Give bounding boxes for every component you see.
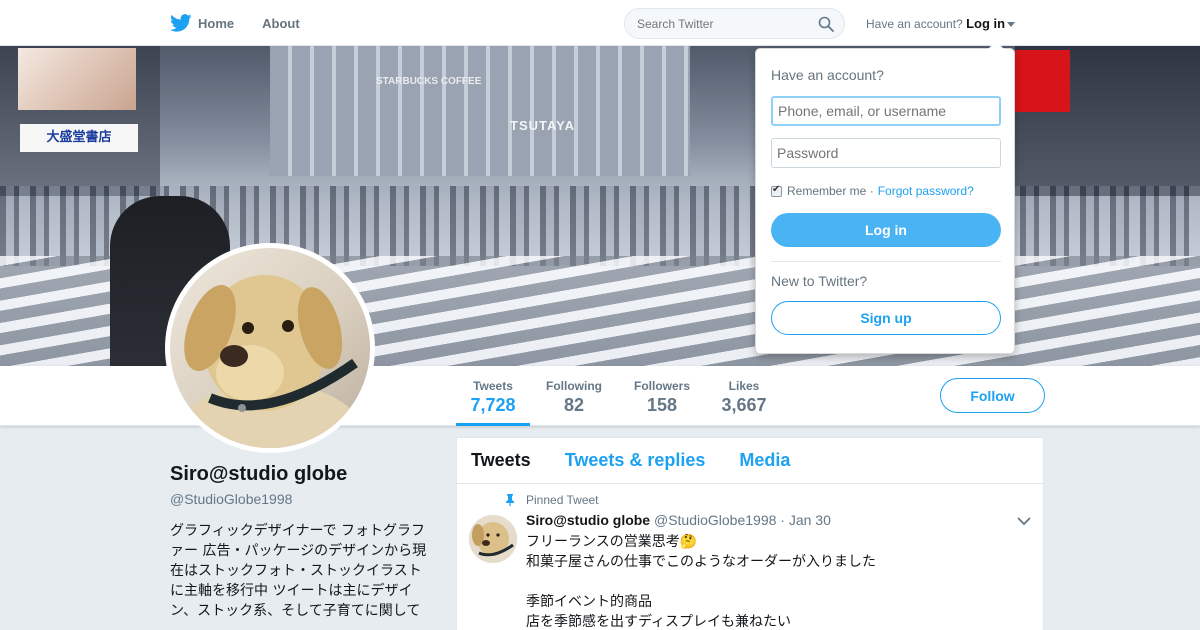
profile-handle[interactable]: @StudioGlobe1998 <box>170 491 292 507</box>
password-input[interactable] <box>771 138 1001 168</box>
login-link[interactable]: Log in <box>966 16 1005 31</box>
tweet-header: Siro@studio globe @StudioGlobe1998 · Jan… <box>526 512 831 528</box>
tweet-avatar[interactable] <box>469 515 517 563</box>
avatar-dog-photo <box>170 248 370 448</box>
nav-links: Home About <box>170 0 328 46</box>
search-input[interactable] <box>637 16 807 31</box>
top-nav: Home About Have an account? Log in <box>0 0 1200 46</box>
timeline: Tweets Tweets & replies Media Pinned Twe… <box>456 437 1044 630</box>
tab-tweets[interactable]: Tweets <box>471 450 531 471</box>
tweet-text: フリーランスの営業思考🤔 和菓子屋さんの仕事でこのようなオーダーが入りました 季… <box>526 532 1006 630</box>
pinned-tweet[interactable]: Pinned Tweet Siro@studio globe @StudioGl… <box>457 484 1043 630</box>
caret-down-icon <box>1007 22 1016 28</box>
username-input[interactable] <box>771 96 1001 126</box>
pinned-label: Pinned Tweet <box>504 493 599 507</box>
tweet-line: 季節イベント的商品 <box>526 594 652 610</box>
tweet-author-handle[interactable]: @StudioGlobe1998 <box>654 512 776 528</box>
stat-following-value: 82 <box>563 395 585 415</box>
login-button[interactable]: Log in <box>771 213 1001 247</box>
profile-avatar[interactable] <box>165 243 375 453</box>
search-icon[interactable] <box>818 16 834 32</box>
forgot-password-link[interactable]: Forgot password? <box>878 184 974 198</box>
banner-billboard-right <box>1015 50 1070 112</box>
stat-following-label: Following <box>546 379 602 393</box>
stat-likes-value: 3,667 <box>721 395 767 415</box>
stat-tweets-value: 7,728 <box>470 395 516 415</box>
search-box[interactable] <box>624 8 845 39</box>
login-title: Have an account? <box>771 67 884 83</box>
dog-illustration <box>175 275 365 448</box>
stat-followers-label: Followers <box>633 379 690 393</box>
nav-home-label: Home <box>198 15 235 31</box>
signup-button[interactable]: Sign up <box>771 301 1001 335</box>
stat-tweets-label: Tweets <box>473 379 513 393</box>
remember-separator: · <box>869 184 874 198</box>
stat-tweets[interactable]: Tweets 7,728 <box>456 366 530 426</box>
new-to-twitter: New to Twitter? <box>771 273 868 289</box>
tab-media[interactable]: Media <box>739 450 790 471</box>
tweet-line: 店を季節感を出すディスプレイも兼ねたい <box>526 614 792 630</box>
timeline-tabs: Tweets Tweets & replies Media <box>457 438 1043 484</box>
banner-building-center <box>270 46 690 176</box>
remember-row: Remember me · Forgot password? <box>771 184 974 198</box>
follow-button[interactable]: Follow <box>940 378 1045 413</box>
have-account-text: Have an account? <box>866 17 963 31</box>
profile-name[interactable]: Siro@studio globe <box>170 463 347 486</box>
banner-sign-starbucks: STARBUCKS COFFEE <box>376 76 482 87</box>
tweet-avatar-dog <box>469 515 517 563</box>
stat-followers[interactable]: Followers 158 <box>628 366 696 426</box>
pin-icon <box>506 494 514 506</box>
login-divider <box>771 261 1001 262</box>
tweet-line: 和菓子屋さんの仕事でこのようなオーダーが入りました <box>526 554 876 570</box>
chevron-down-icon[interactable] <box>1017 516 1031 526</box>
login-toggle[interactable]: Have an account? Log in <box>866 16 1016 31</box>
stat-followers-value: 158 <box>646 395 678 415</box>
nav-about[interactable]: About <box>262 16 300 31</box>
remember-label[interactable]: Remember me <box>787 184 866 198</box>
login-dropdown: Have an account? Remember me · Forgot pa… <box>755 41 1015 354</box>
pinned-text: Pinned Tweet <box>526 493 599 507</box>
banner-sign-tsutaya: TSUTAYA <box>510 118 576 133</box>
stat-following[interactable]: Following 82 <box>540 366 608 426</box>
tweet-line: フリーランスの営業思考🤔 <box>526 534 698 550</box>
twitter-bird-icon <box>170 14 192 32</box>
remember-checkbox[interactable] <box>771 184 782 197</box>
stat-likes-label: Likes <box>728 379 760 393</box>
stat-likes[interactable]: Likes 3,667 <box>714 366 774 426</box>
banner-billboard-left <box>18 48 136 110</box>
tweet-date[interactable]: · Jan 30 <box>780 512 831 528</box>
tab-tweets-replies[interactable]: Tweets & replies <box>565 450 706 471</box>
nav-home[interactable]: Home <box>170 12 234 34</box>
tweet-author-name[interactable]: Siro@studio globe <box>526 512 650 528</box>
banner-sign-bookstore: 大盛堂書店 <box>20 124 138 152</box>
profile-bio: グラフィックデザイナーで フォトグラファー 広告・パッケージのデザインから現在は… <box>170 523 427 619</box>
tweet-line <box>526 572 1006 592</box>
